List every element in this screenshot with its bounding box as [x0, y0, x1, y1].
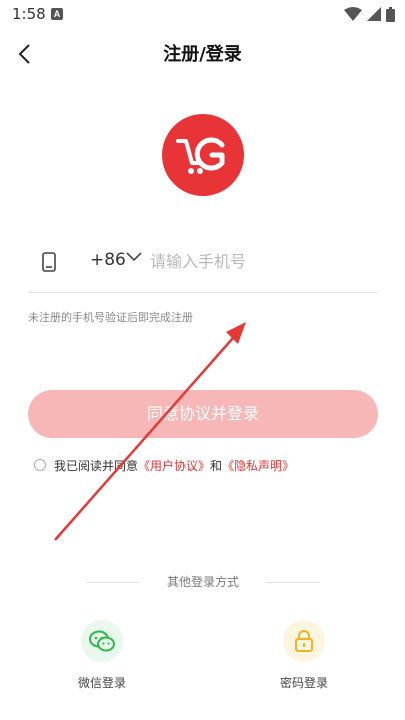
- wechat-login-label: 微信登录: [77, 676, 126, 690]
- password-login-button[interactable]: 密码登录: [264, 620, 344, 691]
- app-logo: [162, 114, 244, 196]
- privacy-link[interactable]: 《隐私声明》: [222, 457, 294, 474]
- agreement-checkbox[interactable]: [34, 459, 46, 471]
- agreement-row: 我已阅读并同意 《用户协议》 和 《隐私声明》: [34, 456, 294, 474]
- chevron-down-icon[interactable]: [126, 252, 142, 262]
- nav-bar: 注册/登录: [0, 30, 405, 76]
- notification-icon: A: [51, 8, 63, 20]
- wifi-icon: [344, 7, 362, 21]
- phone-input-row: +86: [28, 238, 378, 286]
- wechat-circle: [81, 620, 123, 662]
- cellular-signal-icon: [367, 7, 381, 21]
- agree-and-login-button[interactable]: 同意协议并登录: [28, 390, 378, 438]
- cart-g-logo-icon: [176, 137, 225, 174]
- phone-icon: [42, 252, 56, 272]
- other-login-header: 其他登录方式: [86, 572, 320, 592]
- divider-right: [266, 582, 320, 583]
- phone-input-divider: [28, 292, 378, 293]
- page-title: 注册/登录: [163, 44, 242, 65]
- phone-number-input[interactable]: [146, 246, 374, 276]
- status-time: 1:58: [12, 5, 46, 23]
- status-icons: [344, 6, 395, 22]
- wechat-login-button[interactable]: 微信登录: [62, 620, 142, 691]
- status-bar: 1:58 A: [0, 0, 405, 30]
- register-hint: 未注册的手机号验证后即完成注册: [28, 311, 193, 324]
- battery-icon: [386, 6, 395, 22]
- annotation-arrow-icon: [54, 322, 246, 541]
- password-circle: [283, 620, 325, 662]
- agreement-prefix: 我已阅读并同意: [54, 458, 139, 473]
- country-code[interactable]: +86: [90, 250, 126, 270]
- wechat-icon: [89, 630, 115, 652]
- user-agreement-link[interactable]: 《用户协议》: [138, 457, 210, 474]
- password-login-label: 密码登录: [279, 676, 328, 690]
- agreement-conjunction: 和: [210, 458, 223, 473]
- lock-icon: [295, 630, 313, 652]
